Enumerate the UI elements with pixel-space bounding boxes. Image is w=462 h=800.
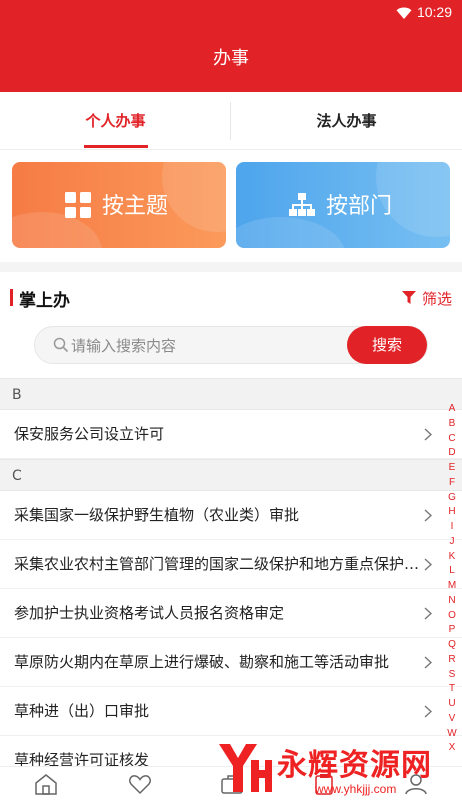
index-letter[interactable]: D <box>444 446 460 461</box>
index-letter[interactable]: K <box>444 550 460 565</box>
section-accent-bar <box>10 289 13 306</box>
tab-bar: 个人办事 法人办事 <box>0 92 462 150</box>
tab-personal[interactable]: 个人办事 <box>0 92 231 150</box>
list-item-label: 保安服务公司设立许可 <box>14 425 165 443</box>
index-letter[interactable]: L <box>444 564 460 579</box>
app-bar: 办事 <box>0 26 462 92</box>
list-item[interactable]: 草原防火期内在草原上进行爆破、勘察和施工等活动审批 <box>0 638 462 687</box>
search-icon <box>53 337 69 353</box>
chevron-right-icon <box>424 607 432 620</box>
search-button[interactable]: 搜索 <box>347 326 427 364</box>
grid-icon <box>65 192 91 218</box>
index-letter[interactable]: V <box>444 712 460 727</box>
list-item-label: 采集农业农村主管部门管理的国家二级保护和地方重点保护野生植物审批 <box>14 555 422 573</box>
list-item-label: 草种进（出）口审批 <box>14 702 150 720</box>
search-input[interactable] <box>71 335 341 357</box>
watermark: 永辉资源网 www.yhkjjj.com <box>215 738 462 800</box>
index-letter[interactable]: F <box>444 476 460 491</box>
watermark-url: www.yhkjjj.com <box>315 782 397 796</box>
org-chart-icon <box>289 193 315 216</box>
index-letter[interactable]: Q <box>444 638 460 653</box>
index-letter[interactable]: P <box>444 623 460 638</box>
group-header: C <box>0 459 462 491</box>
index-letter[interactable]: B <box>444 417 460 432</box>
section-header: 掌上办 筛选 <box>0 280 462 316</box>
watermark-logo <box>219 744 272 792</box>
index-letter[interactable]: R <box>444 653 460 668</box>
by-theme-card[interactable]: 按主题 <box>12 162 226 248</box>
chevron-right-icon <box>424 558 432 571</box>
index-letter[interactable]: G <box>444 491 460 506</box>
chevron-right-icon <box>424 509 432 522</box>
index-letter[interactable]: N <box>444 594 460 609</box>
card-decoration <box>162 162 226 232</box>
section-title: 掌上办 <box>19 291 70 311</box>
section-divider <box>0 262 462 272</box>
watermark-title: 永辉资源网 <box>277 748 432 783</box>
search-bar: 搜索 <box>34 326 428 364</box>
alphabet-index[interactable]: A B C D E F G H I J K L M N O P Q R S T … <box>444 402 460 756</box>
index-letter[interactable]: H <box>444 505 460 520</box>
by-theme-label: 按主题 <box>102 194 169 219</box>
list-item[interactable]: 参加护士执业资格考试人员报名资格审定 <box>0 589 462 638</box>
list-item-label: 参加护士执业资格考试人员报名资格审定 <box>14 604 285 622</box>
chevron-right-icon <box>424 428 432 441</box>
list-item[interactable]: 保安服务公司设立许可 <box>0 410 462 459</box>
list-item-label: 采集国家一级保护野生植物（农业类）审批 <box>14 506 300 524</box>
status-bar: 10:29 <box>0 0 462 26</box>
list-item[interactable]: 采集农业农村主管部门管理的国家二级保护和地方重点保护野生植物审批 <box>0 540 462 589</box>
chevron-right-icon <box>424 656 432 669</box>
active-tab-indicator <box>84 145 148 148</box>
filter-icon[interactable] <box>402 291 416 304</box>
index-letter[interactable]: O <box>444 609 460 624</box>
index-letter[interactable]: S <box>444 668 460 683</box>
index-letter[interactable]: M <box>444 579 460 594</box>
tab-corporate[interactable]: 法人办事 <box>231 92 462 150</box>
list-item-label: 草原防火期内在草原上进行爆破、勘察和施工等活动审批 <box>14 653 390 671</box>
status-time: 10:29 <box>416 4 452 20</box>
index-letter[interactable]: A <box>444 402 460 417</box>
index-letter[interactable]: J <box>444 535 460 550</box>
list-item[interactable]: 采集国家一级保护野生植物（农业类）审批 <box>0 491 462 540</box>
list-item[interactable]: 草种进（出）口审批 <box>0 687 462 736</box>
index-letter[interactable]: I <box>444 520 460 535</box>
by-department-label: 按部门 <box>326 194 393 219</box>
page-title: 办事 <box>213 48 249 69</box>
index-letter[interactable]: C <box>444 432 460 447</box>
chevron-right-icon <box>424 705 432 718</box>
service-list: B 保安服务公司设立许可 C 采集国家一级保护野生植物（农业类）审批 采集农业农… <box>0 378 462 785</box>
index-letter[interactable]: U <box>444 697 460 712</box>
card-decoration <box>236 217 346 248</box>
group-header: B <box>0 378 462 410</box>
index-letter[interactable]: E <box>444 461 460 476</box>
filter-button[interactable]: 筛选 <box>422 288 452 309</box>
by-department-card[interactable]: 按部门 <box>236 162 450 248</box>
index-letter[interactable]: T <box>444 682 460 697</box>
wifi-icon <box>396 7 412 19</box>
home-icon[interactable] <box>34 773 58 795</box>
heart-icon[interactable] <box>128 773 152 795</box>
